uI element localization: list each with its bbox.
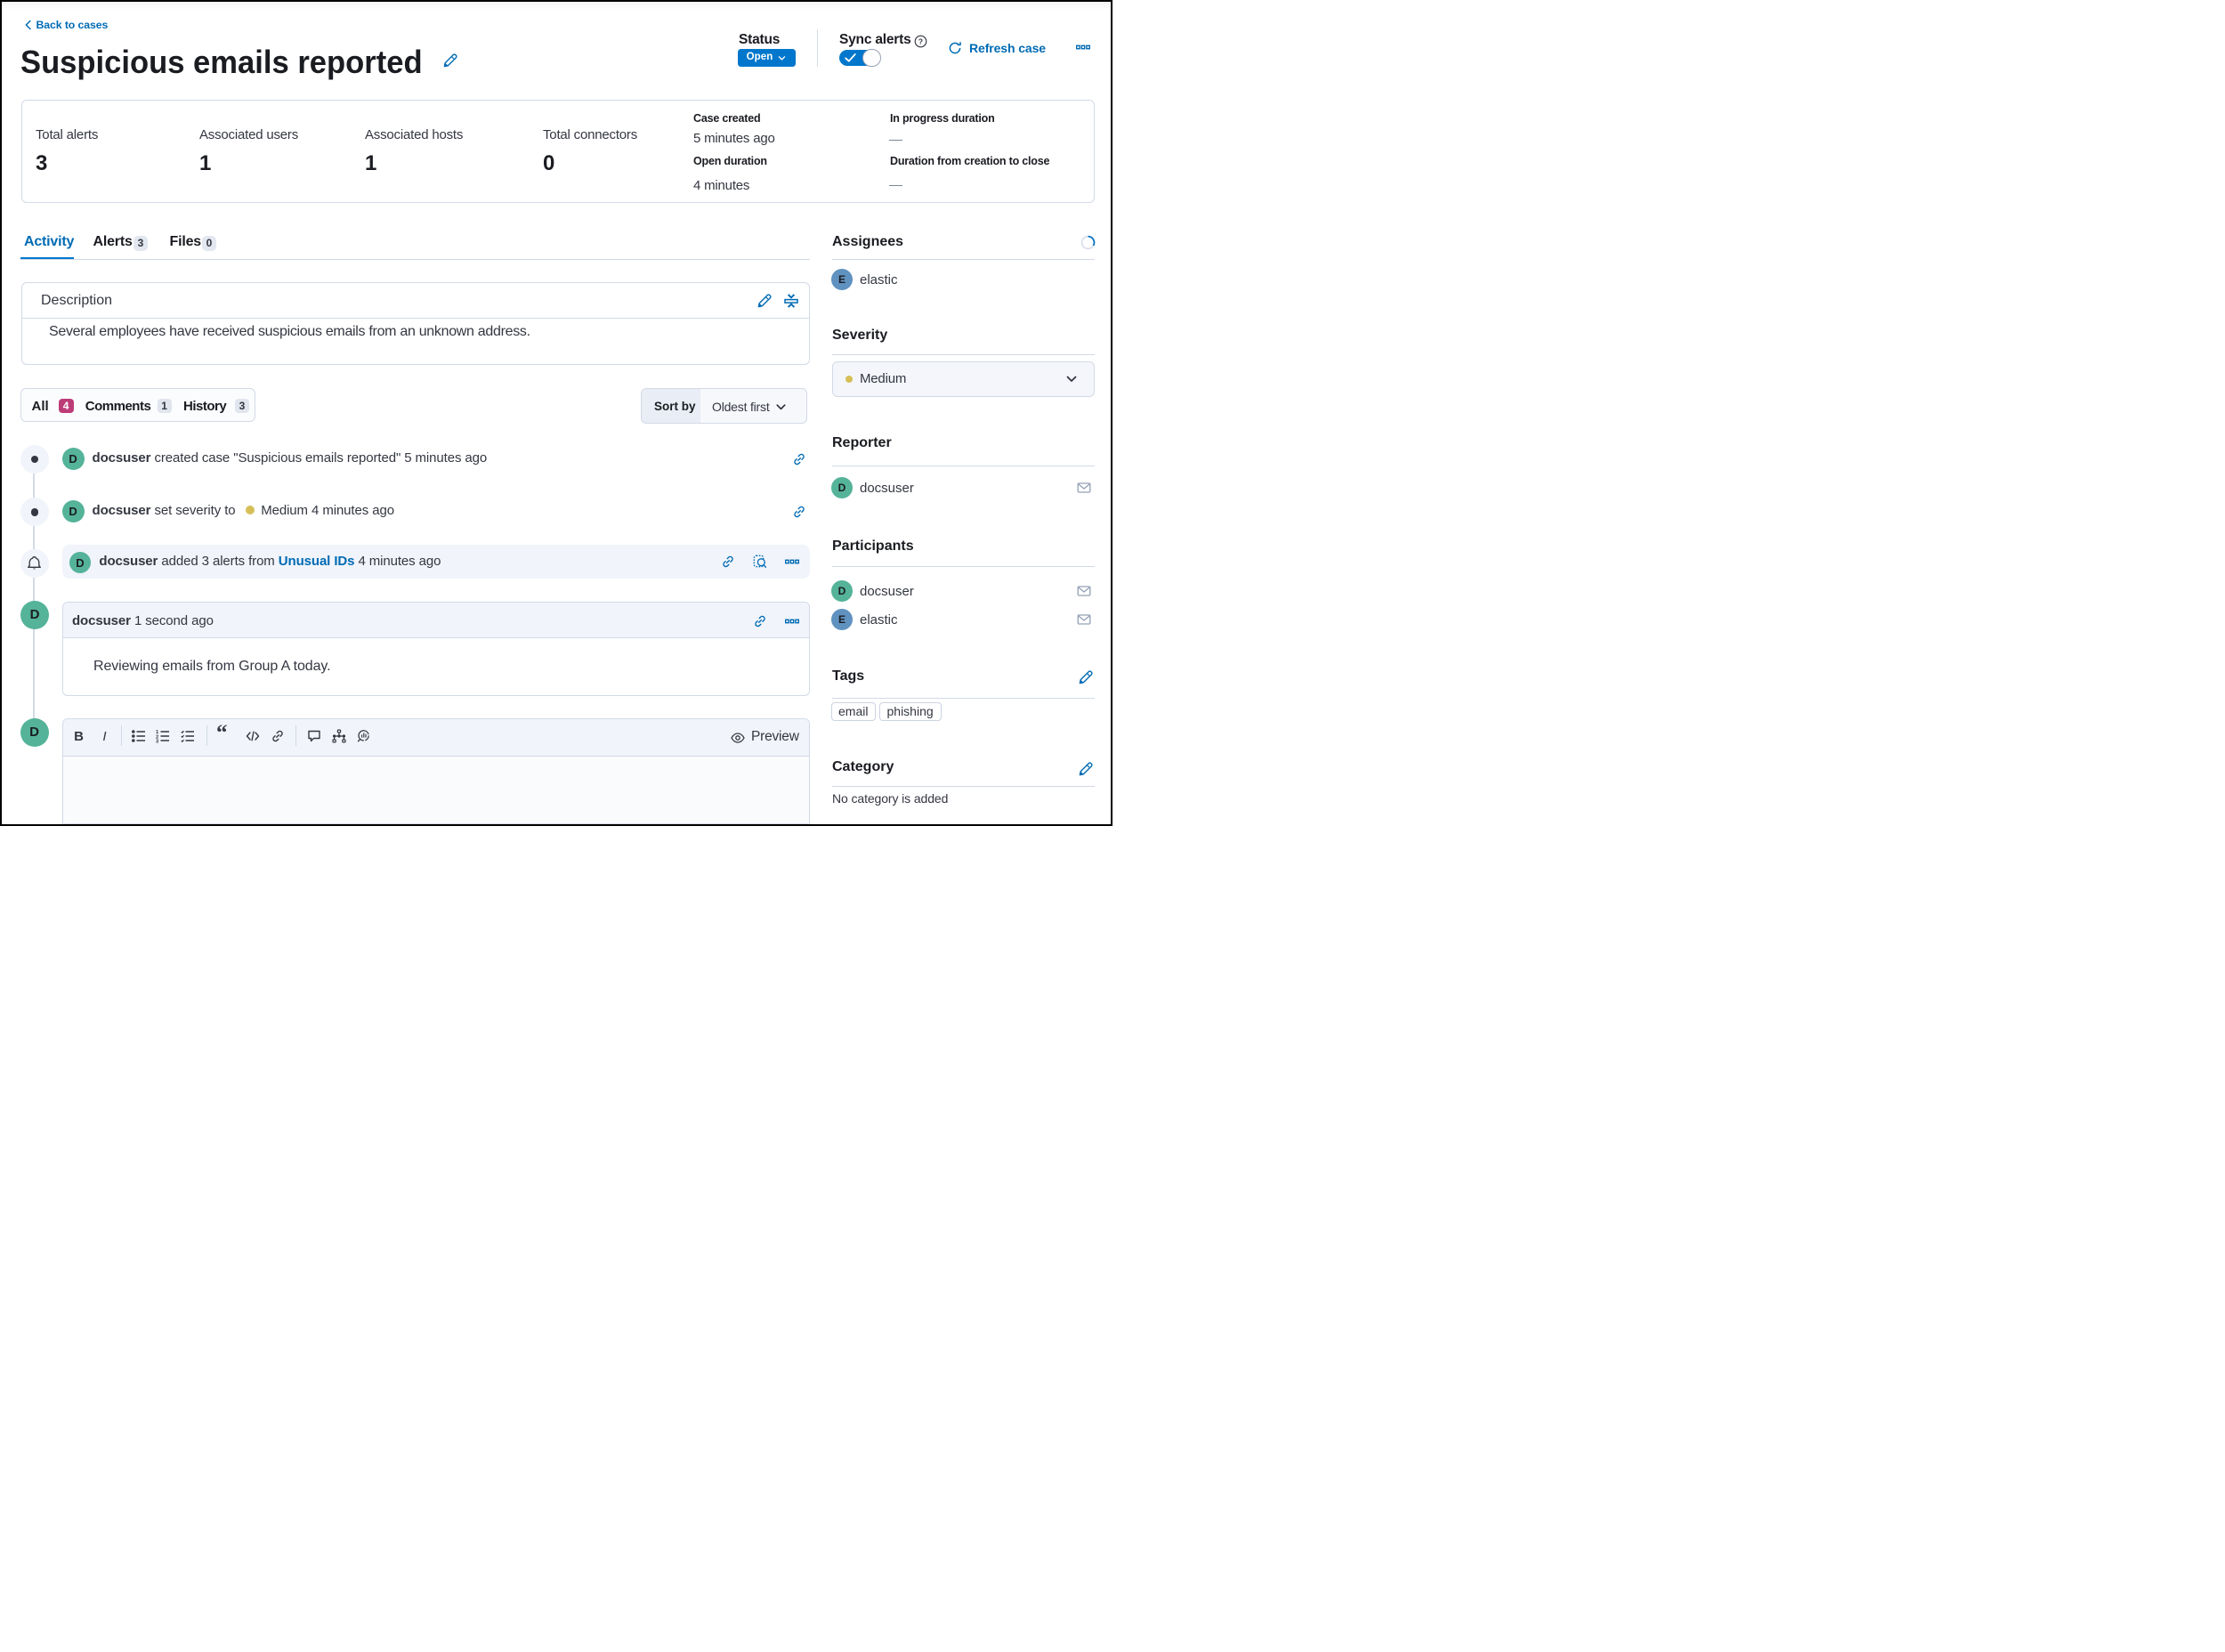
svg-text:3: 3 <box>156 740 159 743</box>
svg-text:?: ? <box>918 37 923 46</box>
